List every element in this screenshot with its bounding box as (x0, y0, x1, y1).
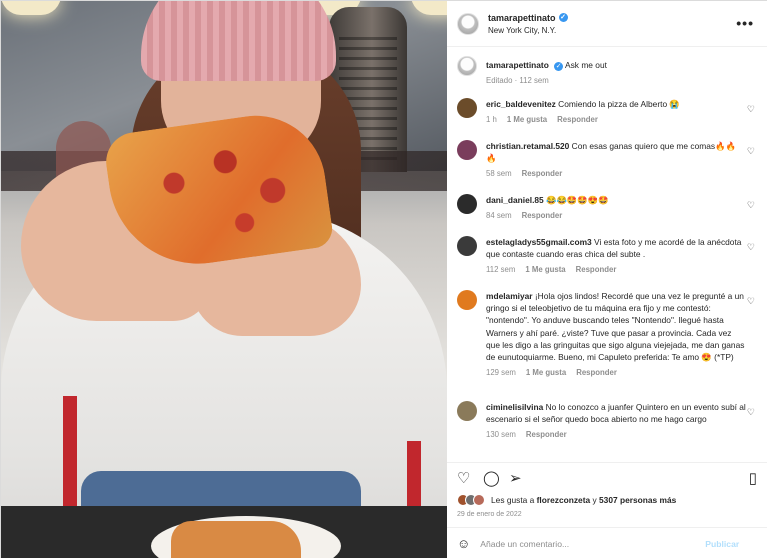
comment-row: ciminelisilvina No lo conozco a juanfer … (457, 401, 757, 442)
commenter-avatar[interactable] (457, 290, 477, 310)
comment-time: 112 sem (486, 265, 516, 275)
comment-row: eric_baldevenitez Comiendo la pizza de A… (457, 98, 757, 126)
author-username-row: tamarapettinato ✓ (488, 13, 568, 23)
post-header: tamarapettinato ✓ New York City, N.Y. ••… (447, 1, 767, 47)
post-actions: ♡ ◯ ➢ ▯ Les gusta a florezconzeta y 5307… (447, 462, 767, 528)
comment-time: 58 sem (486, 169, 512, 179)
caption-row: tamarapettinato ✓ Ask me out Editado · 1… (457, 56, 757, 87)
author-username[interactable]: tamarapettinato (488, 13, 556, 23)
commenter-avatar[interactable] (457, 236, 477, 256)
comment-time: 130 sem (486, 430, 516, 440)
post-location[interactable]: New York City, N.Y. (488, 26, 568, 35)
comment-row: dani_daniel.85 😂😂🤩🤩😍🤩 84 sem Responder ♡ (457, 194, 757, 222)
comment-row: mdelamiyar ¡Hola ojos lindos! Recordé qu… (457, 290, 757, 379)
comment-username[interactable]: dani_daniel.85 (486, 195, 544, 205)
share-icon[interactable]: ➢ (509, 469, 522, 487)
comment-input[interactable] (480, 538, 706, 549)
post-date[interactable]: 29 de enero de 2022 (457, 511, 522, 518)
photo-beanie (141, 1, 336, 81)
comment-row: estelagladys55gmail.com3 Vi esta foto y … (457, 236, 757, 277)
action-icons: ♡ ◯ ➢ ▯ (457, 469, 757, 487)
more-options-icon[interactable]: ••• (736, 15, 754, 31)
publish-button[interactable]: Publicar (705, 539, 739, 549)
commenter-avatar[interactable] (457, 194, 477, 214)
comment-likes[interactable]: 1 Me gusta (525, 264, 565, 276)
comment-username[interactable]: eric_baldevenitez (486, 99, 556, 109)
likes-middle: y (592, 495, 597, 505)
comment-username[interactable]: estelagladys55gmail.com3 (486, 237, 592, 247)
caption-body: tamarapettinato ✓ Ask me out Editado · 1… (486, 59, 746, 87)
caption-avatar[interactable] (457, 56, 477, 76)
post-photo[interactable] (1, 1, 447, 558)
comment-row: christian.retamal.520 Con esas ganas qui… (457, 140, 757, 181)
comments-list[interactable]: tamarapettinato ✓ Ask me out Editado · 1… (447, 48, 767, 462)
instagram-post-window: tamarapettinato ✓ New York City, N.Y. ••… (0, 0, 767, 558)
commenter-avatar[interactable] (457, 401, 477, 421)
comment-body: estelagladys55gmail.com3 Vi esta foto y … (486, 236, 746, 277)
comment-like-heart-icon[interactable]: ♡ (747, 146, 755, 157)
comment-like-heart-icon[interactable]: ♡ (747, 242, 755, 253)
comment-text: Comiendo la pizza de Alberto 😭 (558, 99, 680, 109)
comment-meta: 1 h 1 Me gusta Responder (486, 114, 746, 126)
comment-time: 84 sem (486, 211, 512, 221)
comment-likes[interactable]: 1 Me gusta (507, 114, 547, 126)
caption-username[interactable]: tamarapettinato (486, 60, 549, 70)
comment-username[interactable]: mdelamiyar (486, 291, 533, 301)
emoji-icon[interactable]: ☺ (457, 536, 470, 551)
bookmark-icon[interactable]: ▯ (749, 469, 757, 487)
photo-pizza-on-plate (171, 521, 301, 558)
comment-meta: 84 sem Responder (486, 210, 746, 222)
comment-body: eric_baldevenitez Comiendo la pizza de A… (486, 98, 746, 126)
comment-username[interactable]: ciminelisilvina (486, 402, 543, 412)
likes-user[interactable]: florezconzeta (537, 495, 591, 505)
comment-icon[interactable]: ◯ (483, 469, 500, 487)
comment-time: 129 sem (486, 368, 516, 378)
comment-text: 😂😂🤩🤩😍🤩 (546, 195, 609, 205)
comment-reply-button[interactable]: Responder (557, 114, 598, 126)
verified-badge-icon: ✓ (554, 62, 564, 71)
comment-reply-button[interactable]: Responder (522, 210, 563, 222)
author-avatar[interactable] (457, 12, 479, 35)
likes-prefix: Les gusta a (491, 495, 535, 505)
comment-meta: 130 sem Responder (486, 429, 746, 441)
comment-reply-button[interactable]: Responder (522, 168, 563, 180)
post-side-panel: tamarapettinato ✓ New York City, N.Y. ••… (447, 1, 767, 558)
comment-like-heart-icon[interactable]: ♡ (747, 104, 755, 115)
post-header-text: tamarapettinato ✓ New York City, N.Y. (488, 13, 568, 35)
caption-edited: Editado · 112 sem (486, 76, 549, 86)
caption-text: Ask me out (565, 60, 607, 70)
heart-icon[interactable]: ♡ (457, 469, 470, 487)
comment-text: ¡Hola ojos lindos! Recordé que una vez l… (486, 291, 745, 363)
comment-like-heart-icon[interactable]: ♡ (747, 407, 755, 418)
comment-reply-button[interactable]: Responder (526, 429, 567, 441)
add-comment-bar: ☺ Publicar (447, 527, 767, 558)
liker-avatar (473, 494, 485, 506)
likes-summary: Les gusta a florezconzeta y 5307 persona… (457, 494, 676, 506)
comment-body: christian.retamal.520 Con esas ganas qui… (486, 140, 746, 181)
photo-red-pole (63, 396, 77, 516)
comment-body: ciminelisilvina No lo conozco a juanfer … (486, 401, 746, 442)
comment-reply-button[interactable]: Responder (576, 367, 617, 379)
comment-like-heart-icon[interactable]: ♡ (747, 296, 755, 307)
commenter-avatar[interactable] (457, 98, 477, 118)
comment-meta: 58 sem Responder (486, 168, 746, 180)
verified-badge-icon: ✓ (558, 13, 568, 22)
likes-count[interactable]: 5307 personas más (599, 495, 676, 505)
comment-like-heart-icon[interactable]: ♡ (747, 200, 755, 211)
comment-likes[interactable]: 1 Me gusta (526, 367, 566, 379)
comment-reply-button[interactable]: Responder (576, 264, 617, 276)
comment-body: dani_daniel.85 😂😂🤩🤩😍🤩 84 sem Responder (486, 194, 746, 222)
likes-text: Les gusta a florezconzeta y 5307 persona… (491, 495, 676, 505)
commenter-avatar[interactable] (457, 140, 477, 160)
comment-time: 1 h (486, 115, 497, 125)
comment-meta: 129 sem 1 Me gusta Responder (486, 367, 746, 379)
comment-username[interactable]: christian.retamal.520 (486, 141, 569, 151)
comment-meta: 112 sem 1 Me gusta Responder (486, 264, 746, 276)
comment-body: mdelamiyar ¡Hola ojos lindos! Recordé qu… (486, 290, 746, 379)
